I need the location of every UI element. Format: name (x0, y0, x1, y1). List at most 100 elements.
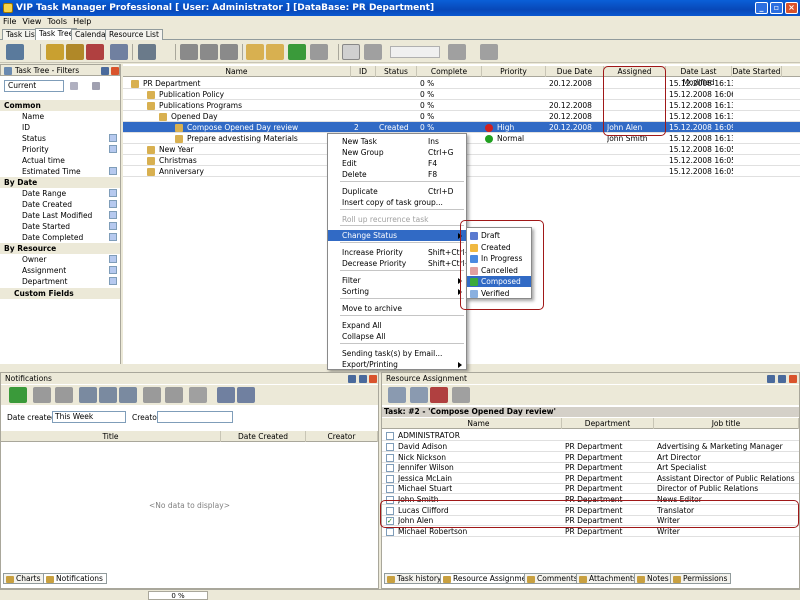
col-department[interactable]: Department (562, 418, 654, 429)
menu-file[interactable]: File (0, 16, 19, 27)
filter-section-by-date[interactable]: By Date (0, 177, 120, 188)
filter-name[interactable]: Name (0, 111, 120, 122)
col-complete[interactable]: Complete (417, 66, 482, 77)
col-title[interactable]: Title (1, 431, 221, 442)
filter-section-by-resource[interactable]: By Resource (0, 243, 120, 254)
creator-select[interactable] (157, 411, 233, 423)
filter-date-started[interactable]: Date Started (0, 221, 120, 232)
print-icon[interactable] (138, 44, 156, 60)
settings-icon[interactable] (6, 44, 24, 60)
filter-preset-select[interactable]: Current (4, 80, 64, 92)
tab-permissions[interactable]: Permissions (670, 573, 732, 584)
col-date-created[interactable]: Date Created (221, 431, 306, 442)
tree-row[interactable]: Publication Policy 0 % 15.12.2008 16:06 (123, 89, 800, 100)
export-icon[interactable] (448, 44, 466, 60)
ctx-filter[interactable]: Filter (328, 275, 466, 286)
filter-date-completed[interactable]: Date Completed (0, 232, 120, 243)
filter-owner[interactable]: Owner (0, 254, 120, 265)
date-created-select[interactable]: This Week (52, 411, 126, 423)
mark-unread-icon[interactable] (99, 387, 117, 403)
col-id[interactable]: ID (351, 66, 376, 77)
filter-status[interactable]: Status (0, 133, 120, 144)
pin-icon[interactable] (101, 67, 109, 75)
menu-view[interactable]: View (19, 16, 44, 27)
tab-attachments[interactable]: Attachments (576, 573, 641, 584)
assign-checkbox[interactable] (386, 464, 394, 473)
report-icon[interactable] (480, 44, 498, 60)
new-task-icon[interactable] (46, 44, 64, 60)
filter-priority[interactable]: Priority (0, 144, 120, 155)
zoom-select[interactable] (390, 46, 440, 58)
move-top-icon[interactable] (180, 44, 198, 60)
clear-filter-icon[interactable] (92, 82, 100, 90)
ctx-new-group[interactable]: New Group Ctrl+G (328, 147, 466, 158)
pin-icon[interactable] (348, 375, 356, 383)
menu-tools[interactable]: Tools (44, 16, 70, 27)
maximize-icon[interactable] (359, 375, 367, 383)
resource-row[interactable]: Jennifer Wilson PR Department Art Speciali… (382, 462, 799, 474)
col-priority[interactable]: Priority (482, 66, 546, 77)
tab-notes[interactable]: Notes (634, 573, 673, 584)
filter-id[interactable]: ID (0, 122, 120, 133)
hide-icon[interactable] (55, 387, 73, 403)
close-icon[interactable] (369, 375, 377, 383)
col-status[interactable]: Status (376, 66, 417, 77)
filter-custom-fields[interactable]: Custom Fields (0, 288, 120, 299)
ctx-decrease-priority[interactable]: Decrease Priority Shift+Ctrl+Down (328, 258, 492, 269)
ctx-collapse-all[interactable]: Collapse All (328, 331, 466, 342)
tree-row[interactable]: Compose Opened Day review 2 Created 0 % High… (123, 122, 800, 133)
expand-icon[interactable] (246, 44, 264, 60)
filter-estimated-time[interactable]: Estimated Time (0, 166, 120, 177)
collapse-icon[interactable] (266, 44, 284, 60)
filter-section-common[interactable]: Common (0, 100, 120, 111)
filter-icon[interactable] (217, 387, 235, 403)
ctx-export-printing[interactable]: Export/Printing (328, 359, 466, 370)
assign-checkbox[interactable] (386, 443, 394, 451)
ctx-edit[interactable]: Edit F4 (328, 158, 466, 169)
filter-assignment[interactable]: Assignment (0, 265, 120, 276)
close-icon[interactable] (111, 67, 119, 75)
ctx-change-status[interactable]: Change Status (328, 230, 466, 241)
minimize-button[interactable]: _ (755, 2, 768, 14)
ctx-increase-priority[interactable]: Increase Priority Shift+Ctrl+Up (328, 247, 481, 258)
delete-task-icon[interactable] (86, 44, 104, 60)
col-job-title[interactable]: Job title (654, 418, 799, 429)
tab-comments[interactable]: Comments (524, 573, 582, 584)
preview-icon[interactable] (143, 387, 161, 403)
assign-checkbox[interactable] (386, 453, 394, 462)
ctx-send-email[interactable]: Sending task(s) by Email... (328, 348, 466, 359)
resource-row[interactable]: Michael Stuart PR Department Director of P… (382, 483, 799, 495)
pin-icon[interactable] (767, 375, 775, 383)
tree-row[interactable]: PR Department 0 % 20.12.2008 15.12.2008 16:… (123, 78, 800, 89)
columns-icon[interactable] (189, 387, 207, 403)
ctx-delete[interactable]: Delete F8 (328, 169, 466, 180)
ctx-sorting[interactable]: Sorting (328, 286, 466, 297)
filter-date-range[interactable]: Date Range (0, 188, 120, 199)
maximize-icon[interactable] (778, 375, 786, 383)
assign-all-icon[interactable] (410, 387, 428, 403)
filter-actual-time[interactable]: Actual time (0, 155, 120, 166)
tree-row[interactable]: Opened Day 0 % 20.12.2008 15.12.2008 16:13 (123, 111, 800, 122)
new-group-icon[interactable] (66, 44, 84, 60)
close-icon[interactable] (789, 375, 797, 383)
ctx-new-task[interactable]: New Task Ins (328, 136, 466, 147)
col-due-date[interactable]: Due Date (546, 66, 604, 77)
group-row[interactable]: ADMINISTRATOR (382, 430, 799, 441)
tab-task-history[interactable]: Task history (384, 573, 446, 584)
menu-help[interactable]: Help (70, 16, 94, 27)
assign-checkbox[interactable] (386, 474, 394, 483)
col-date-started[interactable]: Date Started (732, 66, 782, 77)
resource-row[interactable]: David Adison PR Department Advertising & M… (382, 441, 799, 452)
tab-notifications[interactable]: Notifications (43, 573, 107, 584)
group-checkbox[interactable] (386, 432, 394, 440)
columns-icon[interactable] (342, 44, 360, 60)
tab-charts[interactable]: Charts (3, 573, 45, 584)
refresh-icon[interactable] (288, 44, 306, 60)
col-creator[interactable]: Creator (306, 431, 378, 442)
refresh-icon[interactable] (9, 387, 27, 403)
col-name[interactable]: Name (396, 418, 562, 429)
unassign-icon[interactable] (430, 387, 448, 403)
view-icon[interactable] (310, 44, 328, 60)
assign-checkbox[interactable] (386, 485, 394, 494)
filter-date-created[interactable]: Date Created (0, 199, 120, 210)
